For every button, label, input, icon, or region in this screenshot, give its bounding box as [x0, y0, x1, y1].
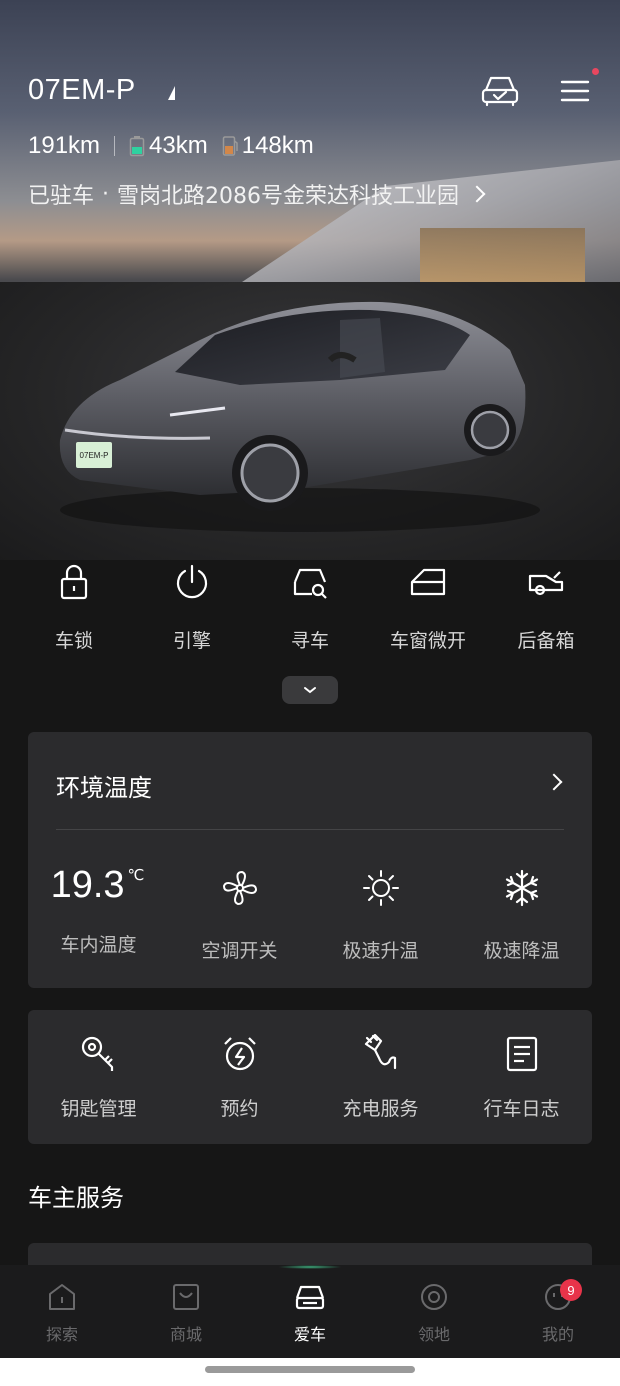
building-window-glow: [420, 228, 585, 284]
chevron-down-icon: [304, 687, 316, 694]
window-icon: [410, 568, 446, 596]
owner-services-title: 车主服务: [28, 1184, 124, 1212]
tab-territory[interactable]: 领地: [372, 1265, 496, 1358]
control-window[interactable]: 车窗微开: [369, 562, 487, 653]
svg-text:07EM-P: 07EM-P: [80, 451, 109, 460]
tab-territory-label: 领地: [417, 1325, 450, 1344]
snowflake-icon: [505, 869, 538, 907]
tab-shop-label: 商城: [169, 1325, 202, 1344]
car-image: 07EM-P: [59, 301, 540, 532]
menu-icon[interactable]: [558, 76, 592, 106]
location-address: 雪岗北路2086号金荣达科技工业园: [117, 184, 460, 209]
control-find-car[interactable]: 寻车: [251, 562, 369, 653]
tab-my-car-label: 爱车: [293, 1325, 326, 1344]
rapid-cool-label: 极速降温: [483, 940, 560, 962]
range-fuel: 148km: [241, 132, 314, 159]
control-engine-label: 引擎: [172, 630, 211, 652]
temp-unit: ℃: [127, 866, 145, 884]
range-divider: [114, 136, 116, 156]
control-trunk-label: 后备箱: [517, 630, 575, 652]
chevron-right-icon: [468, 185, 486, 203]
tab-my-car[interactable]: 爱车: [248, 1265, 372, 1358]
alarm-clock-icon: [223, 1037, 256, 1071]
range-row: 191km 43km 148km: [28, 130, 314, 162]
charging-plug-icon: [364, 1034, 396, 1070]
key-management-label: 钥匙管理: [60, 1098, 137, 1120]
parking-location[interactable]: 已驻车 · 雪岗北路2086号金荣达科技工业园: [28, 178, 486, 210]
charging-service[interactable]: 充电服务: [310, 1034, 451, 1121]
explore-icon: [49, 1284, 75, 1310]
ac-toggle-label: 空调开关: [201, 940, 278, 962]
home-indicator[interactable]: [205, 1366, 415, 1373]
shop-icon: [173, 1284, 199, 1310]
control-engine[interactable]: 引擎: [133, 562, 251, 653]
car-icon: [295, 1285, 325, 1310]
vehicle-switch-caret-icon[interactable]: [160, 86, 175, 100]
bottom-tab-bar: 探索 商城 爱车 领地 9 我的: [0, 1265, 620, 1358]
power-icon: [176, 564, 208, 599]
environment-title[interactable]: 环境温度: [56, 768, 152, 803]
control-lock-label: 车锁: [54, 630, 93, 652]
find-car-icon: [293, 568, 327, 599]
log-icon: [506, 1036, 537, 1072]
key-management[interactable]: 钥匙管理: [28, 1034, 169, 1121]
tab-explore-label: 探索: [45, 1325, 78, 1344]
charging-service-label: 充电服务: [342, 1098, 419, 1120]
control-window-label: 车窗微开: [389, 630, 466, 652]
parking-status: 已驻车: [28, 184, 95, 209]
active-tab-indicator: [278, 1265, 342, 1269]
quick-controls: 车锁 引擎 寻车 车窗微开 后备箱: [15, 562, 605, 653]
notification-badge: 9: [560, 1279, 582, 1301]
battery-icon: [129, 136, 145, 157]
driving-log-label: 行车日志: [483, 1098, 560, 1120]
inside-temp-label: 车内温度: [60, 934, 137, 956]
expand-controls-button[interactable]: [282, 676, 338, 704]
key-icon: [81, 1036, 113, 1071]
range-total: 191km: [28, 132, 101, 159]
rapid-cool[interactable]: 极速降温: [451, 862, 592, 963]
environment-card: 环境温度 19.3 ℃ 车内温度 空调开关 极速升温 极速降温: [28, 732, 592, 988]
control-lock[interactable]: 车锁: [15, 562, 133, 653]
territory-icon: [421, 1284, 447, 1310]
range-electric: 43km: [149, 132, 208, 159]
services-card: 钥匙管理 预约 充电服务 行车日志: [28, 1010, 592, 1144]
fan-icon: [222, 871, 257, 905]
appointment[interactable]: 预约: [169, 1034, 310, 1121]
vehicle-name[interactable]: 07EM-P: [28, 74, 136, 107]
chevron-right-icon[interactable]: [545, 773, 563, 791]
control-find-car-label: 寻车: [290, 630, 329, 652]
notification-dot: [592, 68, 599, 75]
driving-log[interactable]: 行车日志: [451, 1034, 592, 1121]
control-trunk[interactable]: 后备箱: [487, 562, 605, 653]
appointment-label: 预约: [220, 1098, 259, 1120]
divider: [56, 829, 564, 830]
fuel-icon: [222, 136, 238, 156]
tab-shop[interactable]: 商城: [124, 1265, 248, 1358]
rapid-heat[interactable]: 极速升温: [310, 862, 451, 963]
ac-toggle[interactable]: 空调开关: [169, 862, 310, 963]
inside-temp-value: 19.3: [50, 864, 125, 906]
inside-temperature: 19.3 ℃ 车内温度: [28, 862, 169, 963]
car-check-icon[interactable]: [480, 72, 520, 108]
location-separator: ·: [102, 181, 110, 207]
rapid-heat-label: 极速升温: [342, 940, 419, 962]
trunk-icon: [528, 571, 564, 596]
tab-profile-label: 我的: [541, 1325, 574, 1344]
lock-icon: [60, 564, 88, 600]
sun-icon: [362, 870, 399, 906]
tab-explore[interactable]: 探索: [0, 1265, 124, 1358]
tab-profile[interactable]: 9 我的: [496, 1265, 620, 1358]
